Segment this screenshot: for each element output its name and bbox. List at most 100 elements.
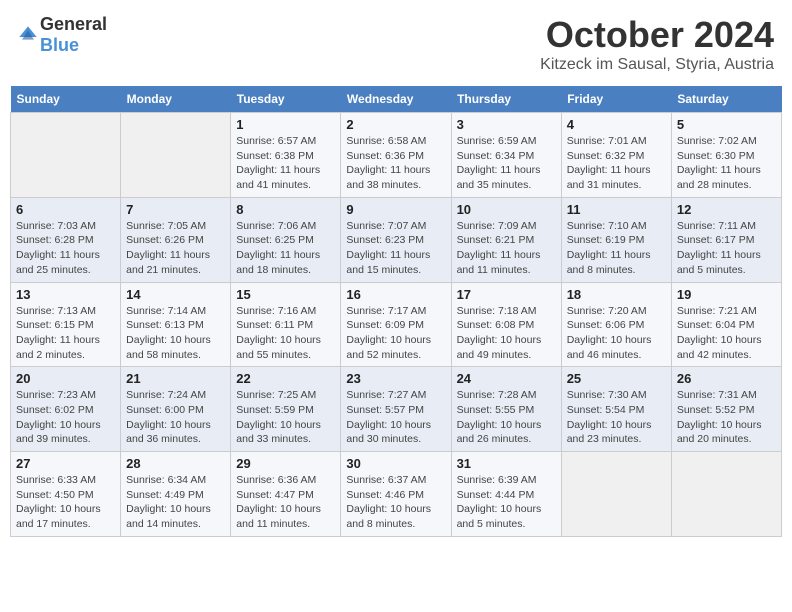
- day-info: Sunrise: 7:25 AM Sunset: 5:59 PM Dayligh…: [236, 388, 335, 447]
- day-number: 6: [16, 202, 115, 217]
- calendar-week-1: 1 Sunrise: 6:57 AM Sunset: 6:38 PM Daylig…: [11, 113, 782, 198]
- month-title: October 2024: [540, 14, 774, 56]
- calendar-cell: [671, 452, 781, 537]
- page-header: General Blue October 2024 Kitzeck im Sau…: [10, 10, 782, 78]
- day-number: 30: [346, 456, 445, 471]
- title-block: October 2024 Kitzeck im Sausal, Styria, …: [540, 14, 774, 74]
- calendar-cell: 12Sunrise: 7:11 AM Sunset: 6:17 PM Dayli…: [671, 197, 781, 282]
- day-number: 26: [677, 371, 776, 386]
- day-number: 23: [346, 371, 445, 386]
- day-info: Sunrise: 7:02 AM Sunset: 6:30 PM Dayligh…: [677, 134, 776, 193]
- day-info: Sunrise: 7:23 AM Sunset: 6:02 PM Dayligh…: [16, 388, 115, 447]
- day-number: 31: [457, 456, 556, 471]
- calendar-cell: 1 Sunrise: 6:57 AM Sunset: 6:38 PM Daylig…: [231, 113, 341, 198]
- day-number: 14: [126, 287, 225, 302]
- calendar-cell: 23 Sunrise: 7:27 AM Sunset: 5:57 PM Dayli…: [341, 367, 451, 452]
- day-info: Sunrise: 6:33 AM Sunset: 4:50 PM Dayligh…: [16, 473, 115, 532]
- day-info: Sunrise: 7:14 AM Sunset: 6:13 PM Dayligh…: [126, 304, 225, 363]
- day-info: Sunrise: 7:11 AM Sunset: 6:17 PM Dayligh…: [677, 219, 776, 278]
- calendar-cell: [121, 113, 231, 198]
- day-number: 28: [126, 456, 225, 471]
- calendar-cell: [11, 113, 121, 198]
- calendar-cell: 14 Sunrise: 7:14 AM Sunset: 6:13 PM Dayli…: [121, 282, 231, 367]
- calendar-cell: 26 Sunrise: 7:31 AM Sunset: 5:52 PM Dayli…: [671, 367, 781, 452]
- day-info: Sunrise: 7:27 AM Sunset: 5:57 PM Dayligh…: [346, 388, 445, 447]
- calendar-week-3: 13 Sunrise: 7:13 AM Sunset: 6:15 PM Dayli…: [11, 282, 782, 367]
- calendar-cell: 27 Sunrise: 6:33 AM Sunset: 4:50 PM Dayli…: [11, 452, 121, 537]
- calendar-cell: 24 Sunrise: 7:28 AM Sunset: 5:55 PM Dayli…: [451, 367, 561, 452]
- day-number: 24: [457, 371, 556, 386]
- day-info: Sunrise: 6:36 AM Sunset: 4:47 PM Dayligh…: [236, 473, 335, 532]
- calendar-cell: 3 Sunrise: 6:59 AM Sunset: 6:34 PM Daylig…: [451, 113, 561, 198]
- calendar-cell: [561, 452, 671, 537]
- calendar-cell: 9 Sunrise: 7:07 AM Sunset: 6:23 PM Daylig…: [341, 197, 451, 282]
- day-info: Sunrise: 6:34 AM Sunset: 4:49 PM Dayligh…: [126, 473, 225, 532]
- day-info: Sunrise: 7:16 AM Sunset: 6:11 PM Dayligh…: [236, 304, 335, 363]
- day-info: Sunrise: 7:05 AM Sunset: 6:26 PM Dayligh…: [126, 219, 225, 278]
- calendar-cell: 7 Sunrise: 7:05 AM Sunset: 6:26 PM Daylig…: [121, 197, 231, 282]
- day-info: Sunrise: 7:21 AM Sunset: 6:04 PM Dayligh…: [677, 304, 776, 363]
- day-info: Sunrise: 7:06 AM Sunset: 6:25 PM Dayligh…: [236, 219, 335, 278]
- day-number: 20: [16, 371, 115, 386]
- day-number: 10: [457, 202, 556, 217]
- weekday-header-tuesday: Tuesday: [231, 86, 341, 113]
- weekday-header-wednesday: Wednesday: [341, 86, 451, 113]
- calendar-cell: 16 Sunrise: 7:17 AM Sunset: 6:09 PM Dayli…: [341, 282, 451, 367]
- calendar-cell: 8Sunrise: 7:06 AM Sunset: 6:25 PM Daylig…: [231, 197, 341, 282]
- day-info: Sunrise: 7:07 AM Sunset: 6:23 PM Dayligh…: [346, 219, 445, 278]
- logo-icon: [18, 25, 38, 45]
- day-number: 5: [677, 117, 776, 132]
- weekday-header-sunday: Sunday: [11, 86, 121, 113]
- calendar-week-4: 20 Sunrise: 7:23 AM Sunset: 6:02 PM Dayli…: [11, 367, 782, 452]
- calendar-header-row: SundayMondayTuesdayWednesdayThursdayFrid…: [11, 86, 782, 113]
- calendar-cell: 6Sunrise: 7:03 AM Sunset: 6:28 PM Daylig…: [11, 197, 121, 282]
- day-number: 9: [346, 202, 445, 217]
- day-number: 13: [16, 287, 115, 302]
- calendar-cell: 20 Sunrise: 7:23 AM Sunset: 6:02 PM Dayli…: [11, 367, 121, 452]
- calendar-cell: 21Sunrise: 7:24 AM Sunset: 6:00 PM Dayli…: [121, 367, 231, 452]
- day-number: 29: [236, 456, 335, 471]
- day-info: Sunrise: 6:59 AM Sunset: 6:34 PM Dayligh…: [457, 134, 556, 193]
- weekday-header-saturday: Saturday: [671, 86, 781, 113]
- calendar-cell: 28 Sunrise: 6:34 AM Sunset: 4:49 PM Dayli…: [121, 452, 231, 537]
- logo-text-blue: Blue: [40, 35, 79, 55]
- day-info: Sunrise: 7:28 AM Sunset: 5:55 PM Dayligh…: [457, 388, 556, 447]
- day-info: Sunrise: 6:58 AM Sunset: 6:36 PM Dayligh…: [346, 134, 445, 193]
- calendar-cell: 30 Sunrise: 6:37 AM Sunset: 4:46 PM Dayli…: [341, 452, 451, 537]
- day-info: Sunrise: 7:20 AM Sunset: 6:06 PM Dayligh…: [567, 304, 666, 363]
- day-info: Sunrise: 7:01 AM Sunset: 6:32 PM Dayligh…: [567, 134, 666, 193]
- day-number: 1: [236, 117, 335, 132]
- day-number: 21: [126, 371, 225, 386]
- calendar-cell: 13 Sunrise: 7:13 AM Sunset: 6:15 PM Dayli…: [11, 282, 121, 367]
- day-info: Sunrise: 6:39 AM Sunset: 4:44 PM Dayligh…: [457, 473, 556, 532]
- calendar-cell: 25Sunrise: 7:30 AM Sunset: 5:54 PM Dayli…: [561, 367, 671, 452]
- calendar-cell: 10Sunrise: 7:09 AM Sunset: 6:21 PM Dayli…: [451, 197, 561, 282]
- day-info: Sunrise: 7:31 AM Sunset: 5:52 PM Dayligh…: [677, 388, 776, 447]
- calendar-cell: 15 Sunrise: 7:16 AM Sunset: 6:11 PM Dayli…: [231, 282, 341, 367]
- day-number: 3: [457, 117, 556, 132]
- day-number: 2: [346, 117, 445, 132]
- calendar-cell: 4Sunrise: 7:01 AM Sunset: 6:32 PM Daylig…: [561, 113, 671, 198]
- day-number: 22: [236, 371, 335, 386]
- day-info: Sunrise: 7:30 AM Sunset: 5:54 PM Dayligh…: [567, 388, 666, 447]
- day-number: 15: [236, 287, 335, 302]
- day-info: Sunrise: 7:10 AM Sunset: 6:19 PM Dayligh…: [567, 219, 666, 278]
- day-info: Sunrise: 7:17 AM Sunset: 6:09 PM Dayligh…: [346, 304, 445, 363]
- day-number: 7: [126, 202, 225, 217]
- day-info: Sunrise: 6:37 AM Sunset: 4:46 PM Dayligh…: [346, 473, 445, 532]
- calendar-cell: 17Sunrise: 7:18 AM Sunset: 6:08 PM Dayli…: [451, 282, 561, 367]
- day-info: Sunrise: 6:57 AM Sunset: 6:38 PM Dayligh…: [236, 134, 335, 193]
- day-number: 16: [346, 287, 445, 302]
- calendar-week-5: 27 Sunrise: 6:33 AM Sunset: 4:50 PM Dayli…: [11, 452, 782, 537]
- day-number: 27: [16, 456, 115, 471]
- logo: General Blue: [18, 14, 107, 56]
- calendar-cell: 22 Sunrise: 7:25 AM Sunset: 5:59 PM Dayli…: [231, 367, 341, 452]
- weekday-header-thursday: Thursday: [451, 86, 561, 113]
- calendar-cell: 29 Sunrise: 6:36 AM Sunset: 4:47 PM Dayli…: [231, 452, 341, 537]
- day-number: 19: [677, 287, 776, 302]
- calendar-cell: 19 Sunrise: 7:21 AM Sunset: 6:04 PM Dayli…: [671, 282, 781, 367]
- calendar-cell: 18Sunrise: 7:20 AM Sunset: 6:06 PM Dayli…: [561, 282, 671, 367]
- day-info: Sunrise: 7:13 AM Sunset: 6:15 PM Dayligh…: [16, 304, 115, 363]
- calendar-table: SundayMondayTuesdayWednesdayThursdayFrid…: [10, 86, 782, 537]
- location-title: Kitzeck im Sausal, Styria, Austria: [540, 56, 774, 74]
